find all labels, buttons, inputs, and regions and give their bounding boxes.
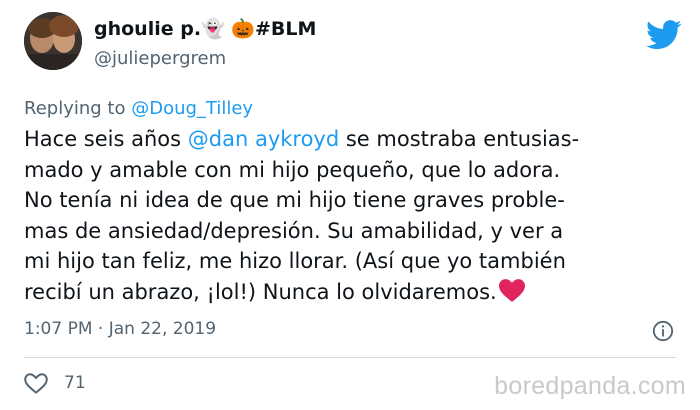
tweet-line-1-end: se mostraba entusias- (339, 127, 580, 151)
tweet-line-1-start: Hace seis años (24, 127, 188, 151)
tweet-text: Hace seis años @dan aykroyd se mostraba … (24, 124, 686, 307)
tweet-line-6: recibí un abrazo, ¡lol!) Nunca lo olvida… (24, 277, 686, 308)
replying-to-label: Replying to (24, 98, 132, 119)
tweet-line-2: mado y amable con mi hijo pequeño, que l… (24, 157, 561, 182)
tweet-line-4: mas de ansiedad/depresión. Su amabilidad… (24, 218, 564, 243)
display-name[interactable]: ghoulie p.👻 🎃#BLM (94, 17, 316, 40)
avatar-photo (24, 12, 82, 70)
divider (24, 357, 676, 358)
replying-to: Replying to @Doug_Tilley (24, 98, 253, 119)
mention-link[interactable]: @dan aykroyd (188, 127, 339, 151)
tweet-timestamp[interactable]: 1:07 PM · Jan 22, 2019 (24, 319, 216, 339)
tweet-line-6-text: recibí un abrazo, ¡lol!) Nunca lo olvida… (24, 279, 497, 304)
reply-mention-link[interactable]: @Doug_Tilley (131, 98, 253, 119)
like-count: 71 (64, 373, 86, 393)
user-handle[interactable]: @juliepergrem (94, 48, 226, 69)
avatar[interactable] (24, 12, 82, 70)
twitter-bird-icon[interactable] (646, 20, 682, 50)
watermark: boredpanda.com (494, 372, 686, 400)
tweet-line-5: mi hijo tan feliz, me hizo llorar. (Así … (24, 249, 566, 273)
red-heart-emoji (498, 278, 525, 302)
info-icon[interactable] (652, 320, 674, 342)
heart-outline-icon[interactable] (24, 373, 48, 394)
tweet-line-1: Hace seis años @dan aykroyd se mostraba … (24, 124, 686, 155)
tweet-line-3: No tenía ni idea de que mi hijo tiene gr… (24, 188, 565, 212)
